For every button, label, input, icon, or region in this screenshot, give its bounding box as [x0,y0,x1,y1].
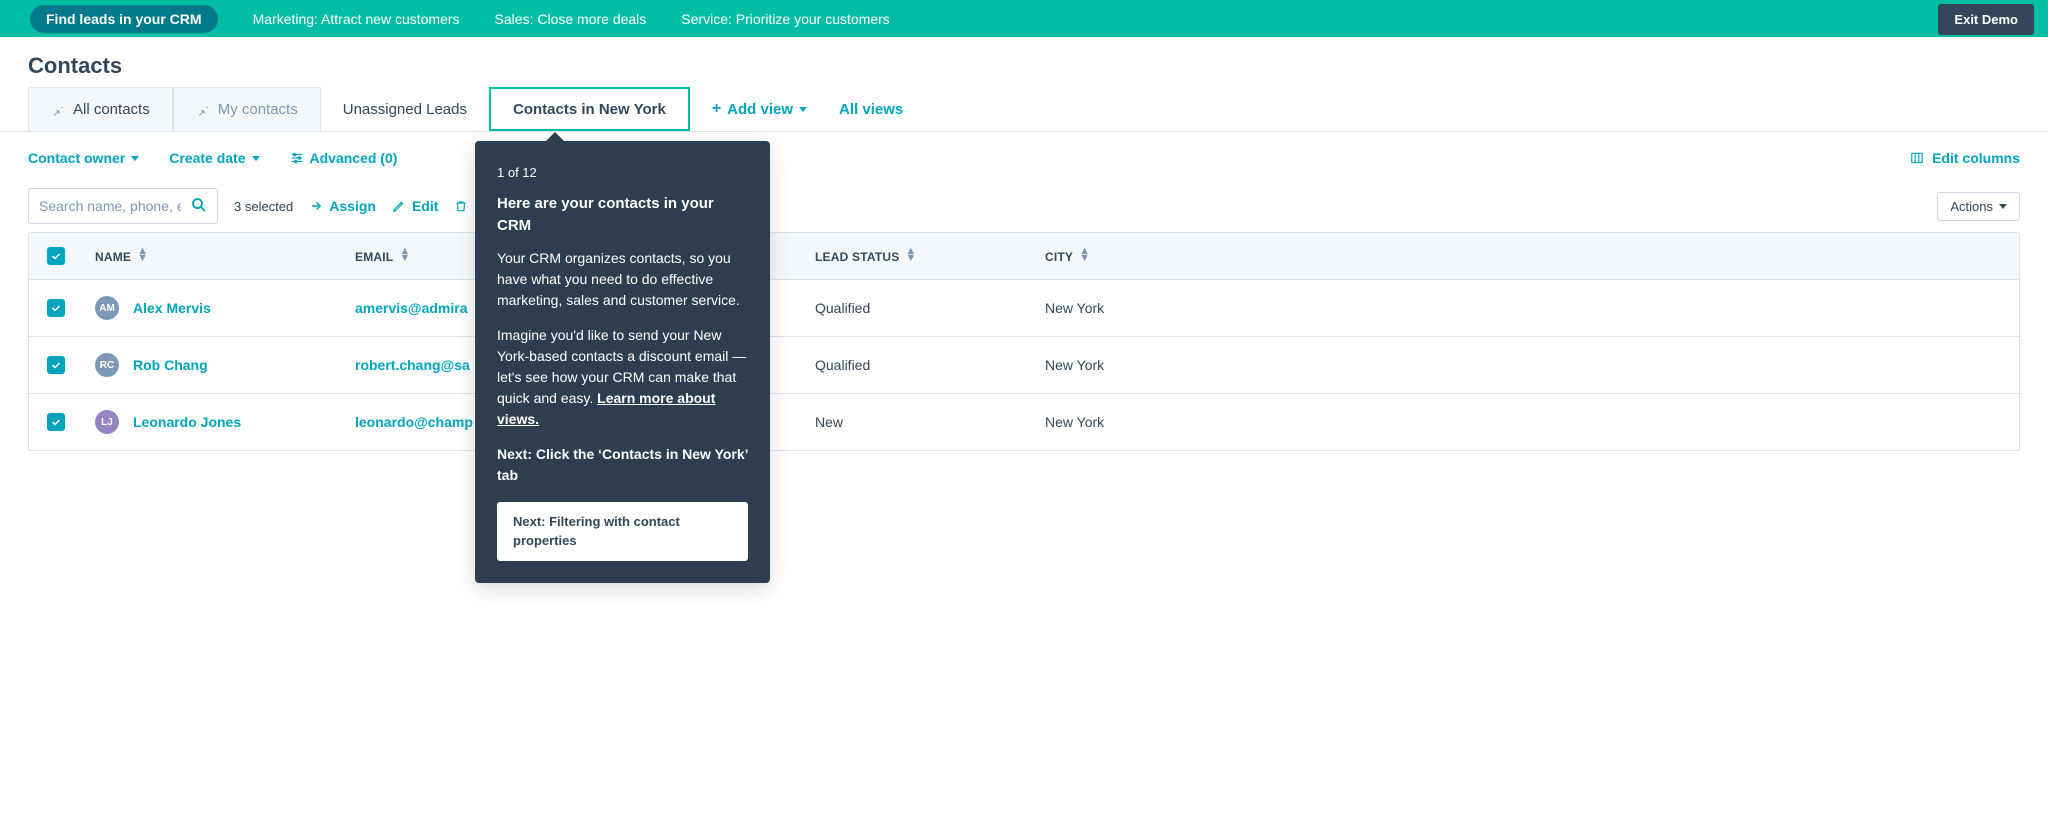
table-row[interactable]: AM Alex Mervis amervis@admira Qualified … [29,280,2019,337]
table-row[interactable]: RC Rob Chang robert.chang@sa Qualified N… [29,337,2019,394]
trash-icon [454,199,468,213]
search-icon[interactable] [190,196,208,214]
popover-next-instruction: Next: Click the ‘Contacts in New York’ t… [497,444,748,486]
tab-label: All contacts [73,101,150,118]
banner-item-marketing[interactable]: Marketing: Attract new customers [253,11,460,27]
selected-count: 3 selected [234,199,293,214]
chevron-down-icon [799,107,807,112]
banner-item-sales[interactable]: Sales: Close more deals [495,11,647,27]
edit-columns-label: Edit columns [1932,150,2020,166]
all-views-link[interactable]: All views [829,101,913,118]
exit-demo-button[interactable]: Exit Demo [1938,4,2034,35]
tab-unassigned-leads[interactable]: Unassigned Leads [321,87,489,131]
avatar: LJ [95,410,119,434]
filter-bar: Contact owner Create date Advanced (0) E… [0,132,2048,184]
tab-label: Contacts in New York [513,101,666,118]
contacts-table: NAME▲▼ EMAIL▲▼ LEAD STATUS▲▼ CITY▲▼ AM A… [28,232,2020,451]
assign-button[interactable]: Assign [309,198,376,214]
lead-status-cell: Qualified [797,280,1027,337]
popover-arrow [545,132,565,142]
arrow-right-icon [309,199,323,213]
tab-label: My contacts [218,101,298,118]
action-bar: 3 selected Assign Edit D Actions [0,184,2048,232]
tab-all-contacts[interactable]: All contacts [28,87,173,131]
tab-label: Unassigned Leads [343,101,467,118]
columns-icon [1910,151,1924,165]
demo-banner: Find leads in your CRM Marketing: Attrac… [0,0,2048,37]
popover-title: Here are your contacts in your CRM [497,193,748,238]
table-row[interactable]: LJ Leonardo Jones leonardo@champ New New… [29,394,2019,451]
edit-label: Edit [412,198,438,214]
col-header-name[interactable]: NAME▲▼ [77,233,337,280]
chevron-down-icon [1999,204,2007,209]
avatar: AM [95,296,119,320]
add-view-button[interactable]: + Add view [690,100,829,118]
add-view-label: Add view [727,101,793,118]
sort-icon: ▲▼ [1079,248,1090,262]
row-checkbox[interactable] [47,299,65,317]
actions-dropdown[interactable]: Actions [1937,192,2020,221]
select-all-checkbox[interactable] [47,247,65,265]
row-checkbox[interactable] [47,413,65,431]
tab-contacts-in-new-york[interactable]: Contacts in New York [489,87,690,131]
contact-email-link[interactable]: leonardo@champ [355,414,473,430]
row-checkbox[interactable] [47,356,65,374]
edit-button[interactable]: Edit [392,198,438,214]
assign-label: Assign [329,198,376,214]
tab-my-contacts[interactable]: My contacts [173,87,321,131]
contact-name-link[interactable]: Rob Chang [133,357,208,373]
chevron-down-icon [252,156,260,161]
sort-icon: ▲▼ [137,248,148,262]
banner-pill-find-leads[interactable]: Find leads in your CRM [30,5,218,33]
filter-label: Advanced (0) [310,150,398,166]
popover-body-1: Your CRM organizes contacts, so you have… [497,248,748,311]
filter-create-date[interactable]: Create date [169,150,259,166]
col-header-city[interactable]: CITY▲▼ [1027,233,2019,280]
sort-icon: ▲▼ [905,248,916,262]
city-cell: New York [1027,280,2019,337]
pencil-icon [392,199,406,213]
chevron-down-icon [131,156,139,161]
plus-icon: + [712,100,721,118]
edit-columns-button[interactable]: Edit columns [1910,150,2020,166]
city-cell: New York [1027,337,2019,394]
popover-step-count: 1 of 12 [497,163,748,183]
lead-status-cell: New [797,394,1027,451]
pin-icon [51,103,65,117]
actions-label: Actions [1950,199,1993,214]
filter-label: Contact owner [28,150,125,166]
contact-email-link[interactable]: amervis@admira [355,300,468,316]
contact-name-link[interactable]: Leonardo Jones [133,414,241,430]
page-title: Contacts [0,37,2048,87]
popover-body-2: Imagine you'd like to send your New York… [497,325,748,430]
filter-label: Create date [169,150,245,166]
onboarding-popover: 1 of 12 Here are your contacts in your C… [475,141,770,583]
col-header-lead-status[interactable]: LEAD STATUS▲▼ [797,233,1027,280]
city-cell: New York [1027,394,2019,451]
avatar: RC [95,353,119,377]
sliders-icon [290,151,304,165]
tabs-strip: All contacts My contacts Unassigned Lead… [0,87,2048,132]
popover-next-button[interactable]: Next: Filtering with contact properties [497,502,748,561]
filter-advanced[interactable]: Advanced (0) [290,150,398,166]
contact-name-link[interactable]: Alex Mervis [133,300,211,316]
contact-email-link[interactable]: robert.chang@sa [355,357,470,373]
pin-icon [196,103,210,117]
lead-status-cell: Qualified [797,337,1027,394]
banner-item-service[interactable]: Service: Prioritize your customers [681,11,890,27]
filter-contact-owner[interactable]: Contact owner [28,150,139,166]
sort-icon: ▲▼ [399,248,410,262]
